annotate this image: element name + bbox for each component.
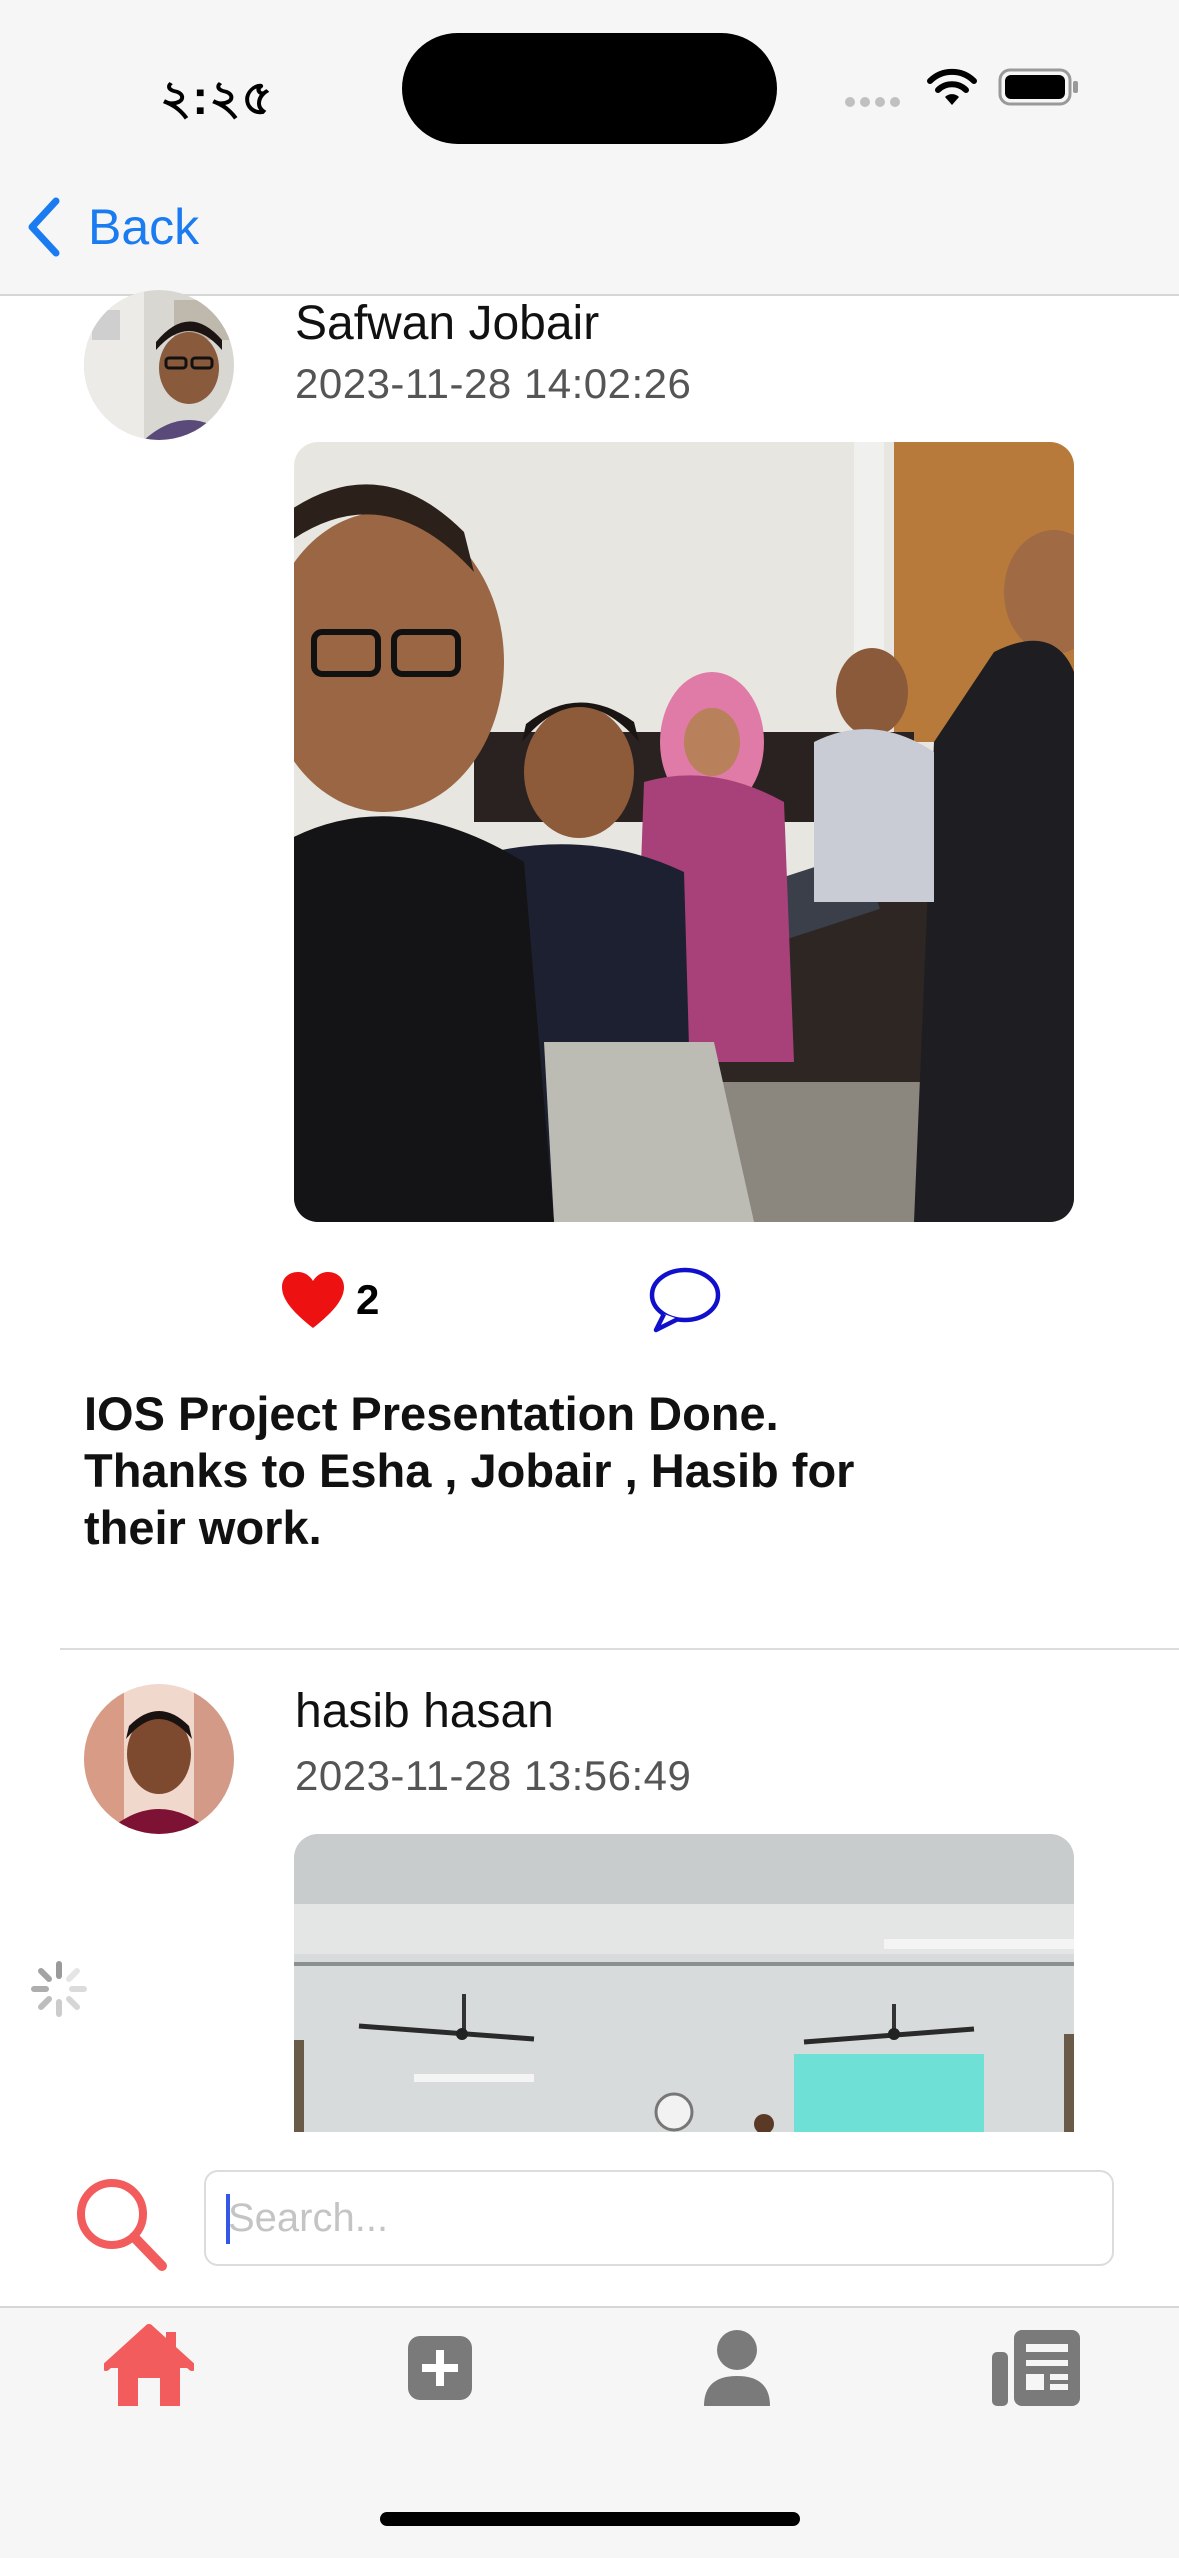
back-label: Back	[88, 199, 200, 255]
home-indicator	[380, 2512, 800, 2526]
person-icon	[704, 2330, 770, 2406]
post-timestamp: 2023-11-28 14:02:26	[295, 360, 692, 407]
news-icon	[992, 2330, 1080, 2406]
comment-icon[interactable]	[648, 1264, 722, 1334]
like-count: 2	[356, 1276, 380, 1323]
post-caption: IOS Project Presentation Done. Thanks to…	[84, 1387, 855, 1554]
top-bar: ২:২৫ Back	[0, 0, 1179, 296]
wifi-icon	[927, 68, 977, 105]
tab-profile[interactable]	[692, 2322, 782, 2412]
tab-new-post[interactable]	[396, 2322, 486, 2412]
search-input[interactable]	[204, 2170, 1114, 2266]
post-author[interactable]: hasib hasan	[295, 1684, 554, 1739]
avatar[interactable]	[84, 290, 234, 440]
loading-spinner-icon	[31, 1961, 87, 2017]
dynamic-island	[402, 33, 777, 144]
home-icon	[104, 2324, 194, 2406]
post-photo[interactable]	[294, 442, 1074, 1222]
heart-icon	[282, 1272, 344, 1328]
back-button[interactable]: Back	[24, 192, 199, 262]
battery-icon	[998, 68, 1078, 106]
post-author[interactable]: Safwan Jobair	[295, 296, 599, 351]
post-timestamp: 2023-11-28 13:56:49	[295, 1752, 692, 1799]
cellular-signal-icon	[845, 94, 905, 107]
plus-icon	[408, 2336, 472, 2400]
text-cursor	[226, 2194, 230, 2244]
search-icon[interactable]	[70, 2172, 170, 2272]
like-button[interactable]: 2	[280, 1270, 379, 1330]
status-time: ২:২৫	[160, 72, 274, 125]
tab-news[interactable]	[986, 2322, 1086, 2412]
post-photo[interactable]	[294, 1834, 1074, 2132]
chevron-left-icon	[28, 197, 60, 257]
avatar[interactable]	[84, 1684, 234, 1834]
post-divider	[60, 1648, 1179, 1650]
tab-home[interactable]	[104, 2322, 194, 2412]
